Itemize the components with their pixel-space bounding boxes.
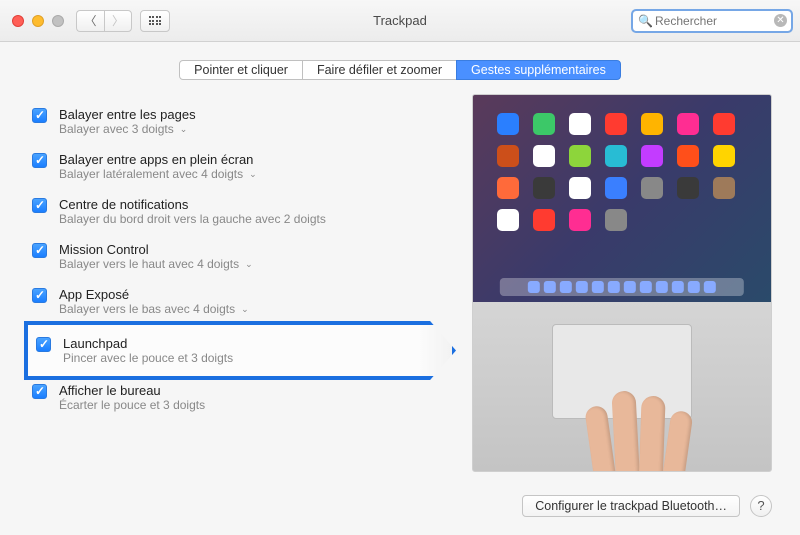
footer: Configurer le trackpad Bluetooth… ? [522,495,772,517]
preview-app-icon [641,145,663,167]
traffic-lights [12,15,64,27]
preview-app-icon [713,177,735,199]
gesture-option-row[interactable]: Balayer entre apps en plein écranBalayer… [28,145,452,190]
gesture-text: Balayer entre apps en plein écranBalayer… [59,152,257,181]
gesture-checkbox[interactable] [32,288,47,303]
gesture-checkbox[interactable] [32,243,47,258]
close-window-button[interactable] [12,15,24,27]
tab-2[interactable]: Gestes supplémentaires [456,60,621,80]
gesture-title: Centre de notifications [59,197,326,212]
back-button[interactable]: 〈 [76,10,104,32]
preview-app-icon [497,113,519,135]
gesture-text: Centre de notificationsBalayer du bord d… [59,197,326,226]
gesture-text: Afficher le bureauÉcarter le pouce et 3 … [59,383,205,412]
content: Balayer entre les pagesBalayer avec 3 do… [28,94,772,494]
gesture-checkbox[interactable] [32,198,47,213]
preview-laptop-body [473,302,771,471]
preview-app-icon [533,145,555,167]
gesture-checkbox[interactable] [32,384,47,399]
chevron-down-icon: ⌄ [180,124,188,135]
gesture-subtitle[interactable]: Balayer avec 3 doigts⌄ [59,122,196,136]
gesture-text: Balayer entre les pagesBalayer avec 3 do… [59,107,196,136]
gesture-title: App Exposé [59,287,249,302]
gesture-option-row[interactable]: Mission ControlBalayer vers le haut avec… [28,235,452,280]
chevron-left-icon: 〈 [84,12,96,29]
tab-0[interactable]: Pointer et cliquer [179,60,303,80]
chevron-down-icon: ⌄ [249,169,257,180]
gesture-title: Mission Control [59,242,253,257]
preview-app-icon [569,113,591,135]
gesture-subtitle: Balayer du bord droit vers la gauche ave… [59,212,326,226]
gesture-option-row[interactable]: Afficher le bureauÉcarter le pouce et 3 … [28,376,452,421]
preview-dock [500,278,744,296]
gesture-option-row[interactable]: Balayer entre les pagesBalayer avec 3 do… [28,100,452,145]
show-all-button[interactable] [140,10,170,32]
preview-app-icon [677,177,699,199]
preview-app-icon [677,113,699,135]
gesture-checkbox[interactable] [32,108,47,123]
preview-app-icon [605,113,627,135]
gesture-text: Mission ControlBalayer vers le haut avec… [59,242,253,271]
minimize-window-button[interactable] [32,15,44,27]
configure-bluetooth-trackpad-button[interactable]: Configurer le trackpad Bluetooth… [522,495,740,517]
preview-app-icon [641,177,663,199]
preview-app-icon [497,145,519,167]
gesture-text: LaunchpadPincer avec le pouce et 3 doigt… [63,336,233,365]
preview-app-icon [713,145,735,167]
preview-app-icon [497,177,519,199]
preview-launchpad-apps [497,113,747,231]
chevron-right-icon: 〉 [112,12,124,29]
gesture-subtitle: Écarter le pouce et 3 doigts [59,398,205,412]
preview-app-icon [605,145,627,167]
preview-app-icon [497,209,519,231]
gesture-title: Launchpad [63,336,233,351]
preview-app-icon [677,145,699,167]
preview-app-icon [569,209,591,231]
preview-screen [473,95,771,302]
gesture-option-row[interactable]: LaunchpadPincer avec le pouce et 3 doigt… [24,321,456,380]
gesture-title: Afficher le bureau [59,383,205,398]
pane-body: Pointer et cliquerFaire défiler et zoome… [0,42,800,535]
chevron-down-icon: ⌄ [245,259,253,270]
gesture-subtitle[interactable]: Balayer latéralement avec 4 doigts⌄ [59,167,257,181]
gesture-checkbox[interactable] [32,153,47,168]
gesture-option-row[interactable]: App ExposéBalayer vers le bas avec 4 doi… [28,280,452,325]
zoom-window-button[interactable] [52,15,64,27]
gesture-title: Balayer entre apps en plein écran [59,152,257,167]
preview-app-icon [569,177,591,199]
grid-icon [149,16,162,25]
preview-app-icon [605,177,627,199]
search-input[interactable] [632,10,792,32]
nav-group: 〈 〉 [76,10,132,32]
gesture-checkbox[interactable] [36,337,51,352]
window-toolbar: 〈 〉 Trackpad 🔍 ✕ [0,0,800,42]
gesture-option-row[interactable]: Centre de notificationsBalayer du bord d… [28,190,452,235]
preview-hand [580,371,700,472]
forward-button[interactable]: 〉 [104,10,132,32]
gesture-subtitle[interactable]: Balayer vers le haut avec 4 doigts⌄ [59,257,253,271]
tabs: Pointer et cliquerFaire défiler et zoome… [28,60,772,80]
gesture-title: Balayer entre les pages [59,107,196,122]
search-wrap: 🔍 ✕ [632,10,792,32]
preview-app-icon [605,209,627,231]
preview-app-icon [533,177,555,199]
gesture-subtitle: Pincer avec le pouce et 3 doigts [63,351,233,365]
preview-app-icon [713,113,735,135]
preview-app-icon [533,209,555,231]
gesture-text: App ExposéBalayer vers le bas avec 4 doi… [59,287,249,316]
preview-app-icon [533,113,555,135]
chevron-down-icon: ⌄ [241,304,249,315]
preview-app-icon [641,113,663,135]
gesture-options-list: Balayer entre les pagesBalayer avec 3 do… [28,94,452,494]
gesture-subtitle[interactable]: Balayer vers le bas avec 4 doigts⌄ [59,302,249,316]
search-icon: 🔍 [638,14,653,28]
gesture-preview [472,94,772,472]
tab-1[interactable]: Faire défiler et zoomer [303,60,456,80]
clear-search-button[interactable]: ✕ [774,14,787,27]
preview-app-icon [569,145,591,167]
help-button[interactable]: ? [750,495,772,517]
